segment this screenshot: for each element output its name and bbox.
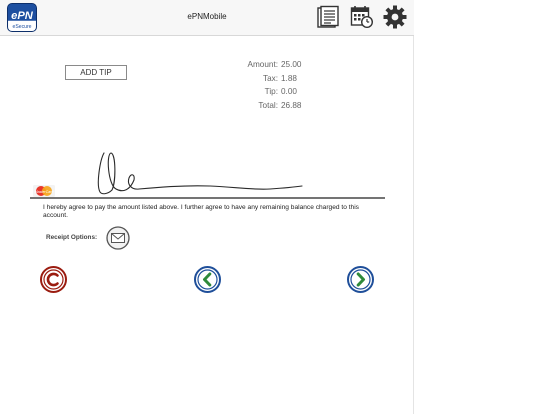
total-label: Total:: [258, 100, 278, 110]
chevron-left-icon: [194, 266, 221, 293]
agreement-text: I hereby agree to pay the amount listed …: [43, 204, 359, 219]
receipt-options-label: Receipt Options:: [46, 234, 98, 241]
receipt-list-icon[interactable]: [316, 5, 340, 29]
tip-row: Tip: 0.00: [210, 87, 320, 101]
add-tip-button[interactable]: ADD TIP: [65, 65, 127, 80]
amount-value: 25.00: [281, 60, 302, 69]
amount-row: Amount: 25.00: [210, 60, 320, 74]
tip-label: Tip:: [264, 87, 278, 96]
mastercard-logo: MasterCard: [33, 185, 55, 197]
totals-summary: Amount: 25.00 Tax: 1.88 Tip: 0.00 Total:…: [210, 60, 320, 114]
svg-text:eSecure: eSecure: [12, 24, 31, 30]
cancel-button[interactable]: [40, 266, 67, 293]
gear-icon[interactable]: [383, 5, 407, 29]
total-row: Total: 26.88: [210, 101, 320, 115]
total-value: 26.88: [281, 100, 302, 110]
signature-pad[interactable]: [30, 140, 385, 200]
back-button[interactable]: [194, 266, 221, 293]
tax-value: 1.88: [281, 73, 297, 83]
tip-value: 0.00: [281, 87, 297, 96]
email-receipt-button[interactable]: [106, 226, 130, 250]
app-window: ePN eSecure ePNMobile ADD TIP Amount: 25…: [0, 0, 414, 414]
calendar-clock-icon[interactable]: [350, 5, 374, 29]
envelope-icon: [106, 226, 130, 250]
header-bar: ePN eSecure ePNMobile: [0, 0, 414, 36]
cancel-c-icon: [40, 266, 67, 293]
tax-row: Tax: 1.88: [210, 74, 320, 88]
signature-stroke: [97, 152, 303, 195]
amount-label: Amount:: [247, 60, 279, 69]
forward-button[interactable]: [347, 266, 374, 293]
chevron-right-icon: [347, 266, 374, 293]
svg-text:MasterCard: MasterCard: [35, 190, 55, 194]
tax-label: Tax:: [262, 73, 278, 83]
